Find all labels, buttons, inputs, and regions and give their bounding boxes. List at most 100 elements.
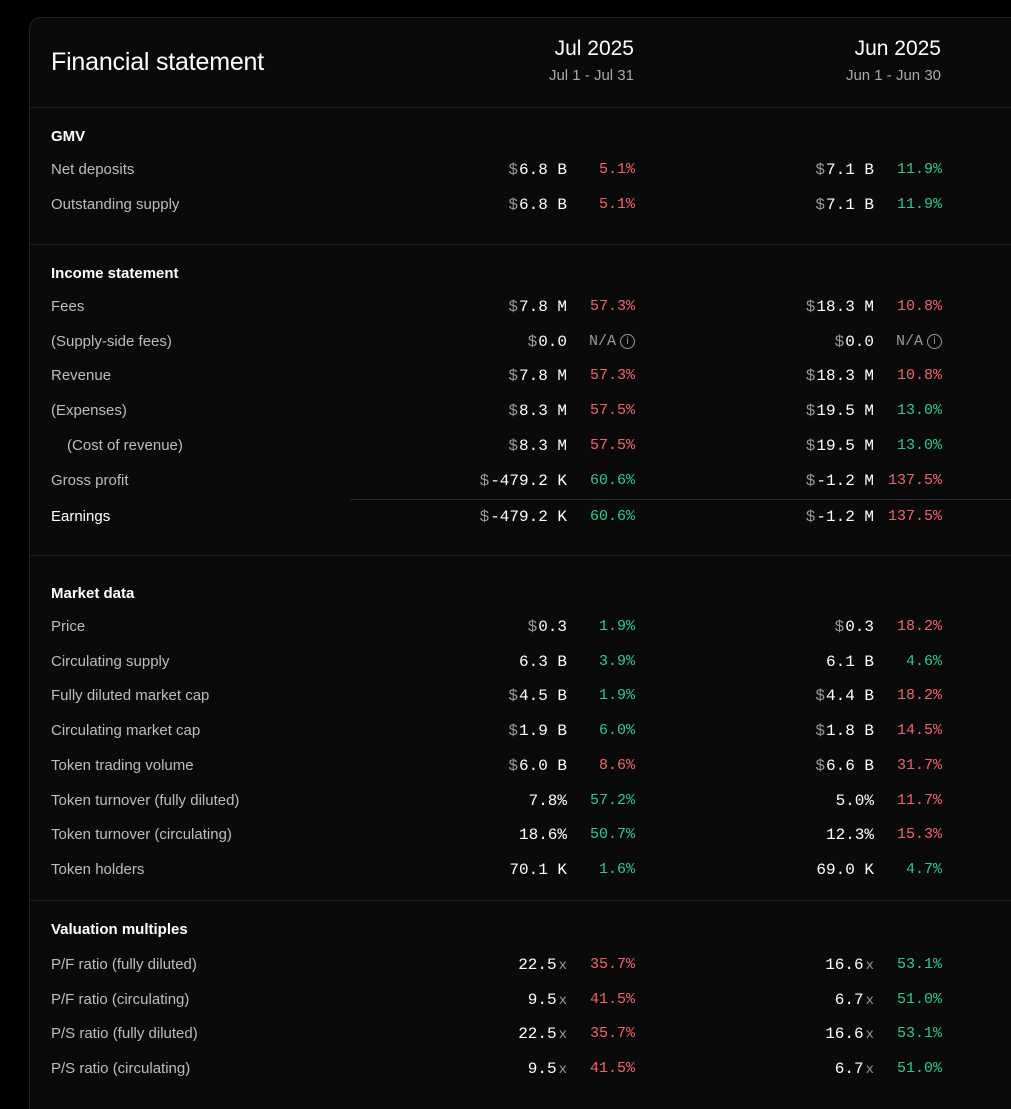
currency-symbol: $ bbox=[508, 436, 518, 455]
table-row: Token trading volume $6.0 B 8.6% $6.6 B 31.7… bbox=[30, 749, 1011, 783]
change-percent: N/A i bbox=[565, 333, 635, 350]
value-number: 9.5 bbox=[527, 990, 557, 1009]
table-row: P/S ratio (circulating) 9.5 x 41.5% 6.7 x 51.0… bbox=[30, 1052, 1011, 1086]
currency-symbol: $ bbox=[815, 687, 825, 706]
change-value: 4.6% bbox=[905, 652, 942, 670]
value-number: 69.0 K bbox=[816, 860, 874, 879]
change-percent: 35.7% bbox=[565, 956, 635, 973]
metric-value: $-479.2 K bbox=[397, 472, 567, 490]
currency-symbol: $ bbox=[805, 436, 816, 455]
value-number: 0.0 bbox=[845, 332, 874, 351]
change-percent: 15.3% bbox=[872, 826, 942, 843]
metric-value: 6.3 B bbox=[397, 653, 567, 671]
row-label: Outstanding supply bbox=[51, 196, 180, 213]
change-percent: 60.6% bbox=[565, 472, 635, 489]
value-number: 7.1 B bbox=[825, 196, 874, 214]
period-range: Jul 1 - Jul 31 bbox=[548, 67, 634, 84]
currency-symbol: $ bbox=[815, 161, 825, 179]
value-number: 22.5 bbox=[518, 956, 557, 974]
value-number: 18.6% bbox=[518, 826, 567, 845]
value-number: 8.3 M bbox=[518, 436, 567, 455]
table-row: (Expenses) $8.3 M 57.5% $19.5 M 13.0% bbox=[30, 394, 1011, 428]
change-percent: 10.8% bbox=[872, 298, 942, 315]
currency-symbol: $ bbox=[815, 722, 825, 741]
change-value: 60.6% bbox=[589, 471, 635, 489]
change-percent: 53.1% bbox=[872, 956, 942, 973]
change-percent: 1.6% bbox=[565, 861, 635, 878]
table-row: Token turnover (fully diluted) 7.8% 57.2% 5… bbox=[30, 784, 1011, 818]
value-number: 4.5 B bbox=[518, 687, 567, 706]
change-value: 18.2% bbox=[896, 687, 942, 705]
currency-symbol: $ bbox=[508, 756, 518, 775]
change-value: 53.1% bbox=[896, 1025, 942, 1043]
change-percent: 137.5% bbox=[872, 472, 942, 489]
change-percent: 51.0% bbox=[872, 1060, 942, 1077]
row-label: Net deposits bbox=[51, 161, 135, 178]
change-value: 14.5% bbox=[896, 722, 942, 740]
metric-value: 22.5 x bbox=[397, 1025, 567, 1043]
change-percent: 57.3% bbox=[565, 298, 635, 315]
metric-value: 16.6 x bbox=[704, 956, 874, 974]
change-value: 51.0% bbox=[896, 1060, 942, 1078]
change-percent: 8.6% bbox=[565, 757, 635, 774]
metric-value: 69.0 K bbox=[704, 861, 874, 879]
metric-value: $19.5 M bbox=[704, 402, 874, 420]
table-row: Fees $7.8 M 57.3% $18.3 M 10.8% bbox=[30, 290, 1011, 324]
row-label: Revenue bbox=[51, 367, 112, 385]
metric-value: 12.3% bbox=[704, 826, 874, 844]
value-number: 1.9 B bbox=[518, 722, 567, 741]
table-row: P/S ratio (fully diluted) 22.5 x 35.7% 16.6 x… bbox=[30, 1017, 1011, 1051]
change-value: 57.3% bbox=[589, 367, 635, 385]
metric-value: $7.8 M bbox=[397, 367, 567, 385]
change-value: 11.7% bbox=[896, 791, 942, 809]
change-percent: 41.5% bbox=[565, 991, 635, 1008]
table-row: Token turnover (circulating) 18.6% 50.7% 12… bbox=[30, 818, 1011, 852]
table-row: P/F ratio (fully diluted) 22.5 x 35.7% 16.6 x… bbox=[30, 948, 1011, 982]
change-percent: 4.7% bbox=[872, 861, 942, 878]
table-row: Circulating supply 6.3 B 3.9% 6.1 B 4.6% bbox=[30, 645, 1011, 679]
change-value: 11.9% bbox=[896, 196, 942, 213]
metric-value: 5.0% bbox=[704, 792, 874, 810]
value-number: 7.8% bbox=[528, 791, 567, 810]
table-row: Gross profit $-479.2 K 60.6% $-1.2 M 137.5% bbox=[30, 464, 1011, 498]
period-range: Jun 1 - Jun 30 bbox=[845, 67, 941, 84]
change-percent: 11.9% bbox=[872, 161, 942, 178]
table-row: Net deposits $6.8 B 5.1% $7.1 B 11.9% bbox=[30, 153, 1011, 187]
change-value: 51.0% bbox=[896, 990, 942, 1008]
value-number: 1.8 B bbox=[825, 722, 874, 741]
row-label: Token turnover (fully diluted) bbox=[51, 791, 240, 809]
value-number: 18.3 M bbox=[816, 367, 874, 386]
info-icon[interactable]: i bbox=[927, 333, 942, 349]
row-label: P/S ratio (fully diluted) bbox=[51, 1025, 198, 1043]
section-title: GMV bbox=[51, 128, 86, 145]
row-label: P/S ratio (circulating) bbox=[51, 1060, 191, 1078]
statement-header: Financial statement Jul 2025 Jul 1 - Jul… bbox=[30, 18, 1011, 108]
change-percent: 57.5% bbox=[565, 402, 635, 419]
change-value: 6.0% bbox=[598, 722, 635, 740]
currency-symbol: $ bbox=[805, 507, 816, 526]
metric-value: $0.0 bbox=[704, 333, 874, 351]
change-percent: 51.0% bbox=[872, 991, 942, 1008]
metric-value: $4.4 B bbox=[704, 687, 874, 705]
change-percent: 57.3% bbox=[565, 367, 635, 384]
currency-symbol: $ bbox=[508, 722, 518, 741]
value-number: 7.8 M bbox=[518, 367, 567, 386]
change-value: 57.5% bbox=[589, 402, 635, 420]
value-number: -1.2 M bbox=[816, 471, 874, 490]
value-number: 6.7 bbox=[834, 990, 864, 1009]
metric-value: $-1.2 M bbox=[704, 472, 874, 490]
info-icon[interactable]: i bbox=[620, 333, 635, 349]
value-number: 7.1 B bbox=[825, 161, 874, 179]
change-percent: 13.0% bbox=[872, 402, 942, 419]
currency-symbol: $ bbox=[834, 618, 845, 636]
change-value: 50.7% bbox=[589, 826, 635, 844]
period-name: Jul 2025 bbox=[554, 37, 634, 60]
metric-value: $8.3 M bbox=[397, 402, 567, 420]
section-income-statement: Income statement Fees $7.8 M 57.3% $18.3 M 10… bbox=[30, 244, 1011, 556]
metric-value: $7.1 B bbox=[704, 196, 874, 214]
metric-value: $1.8 B bbox=[704, 722, 874, 740]
table-row: Circulating market cap $1.9 B 6.0% $1.8 B 14… bbox=[30, 714, 1011, 748]
change-value: 18.2% bbox=[896, 618, 942, 635]
currency-symbol: $ bbox=[527, 618, 538, 636]
section-gmv: GMV Net deposits $6.8 B 5.1% $7.1 B 11.9% Outs… bbox=[30, 107, 1011, 245]
